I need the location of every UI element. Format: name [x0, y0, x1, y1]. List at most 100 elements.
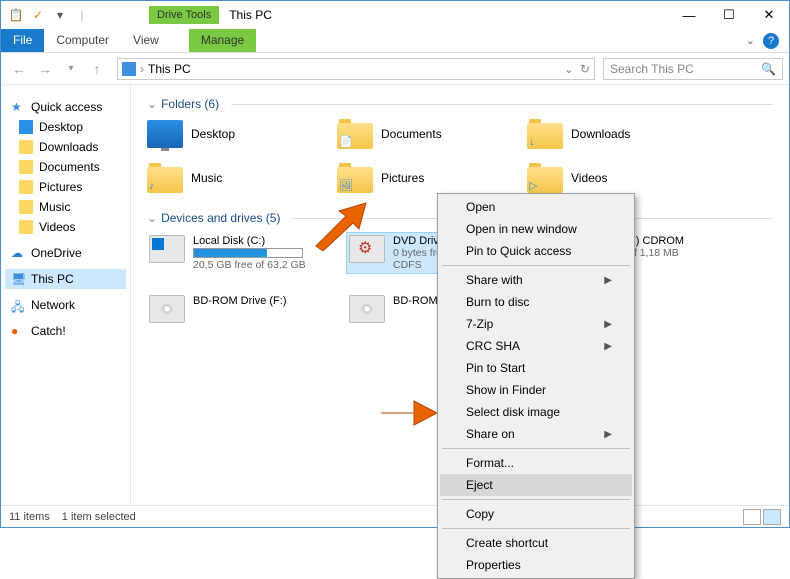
- folder-label: Pictures: [381, 171, 424, 185]
- sidebar-label: Downloads: [39, 140, 98, 154]
- ribbon: File Computer View Manage ⌄ ?: [1, 29, 789, 53]
- folder-icon: ↓: [527, 119, 563, 149]
- sidebar-label: Network: [31, 298, 75, 312]
- menu-item[interactable]: CRC SHA▶: [440, 335, 632, 357]
- folder-icon: 🖼: [337, 163, 373, 193]
- sidebar-label: OneDrive: [31, 246, 82, 260]
- sidebar-item-videos[interactable]: Videos: [5, 217, 126, 237]
- properties-icon[interactable]: 📋: [7, 6, 25, 24]
- sidebar-label: This PC: [31, 272, 74, 286]
- new-folder-icon[interactable]: ✓: [29, 6, 47, 24]
- tab-file[interactable]: File: [1, 29, 44, 52]
- tab-computer[interactable]: Computer: [44, 29, 121, 52]
- group-label: Folders (6): [161, 97, 219, 111]
- menu-item[interactable]: Pin to Start: [440, 357, 632, 379]
- sidebar-network[interactable]: 🖧 Network: [5, 295, 126, 315]
- sidebar-onedrive[interactable]: ☁OneDrive: [5, 243, 126, 263]
- sidebar: ★Quick access Desktop Downloads Document…: [1, 85, 131, 505]
- sidebar-item-downloads[interactable]: Downloads: [5, 137, 126, 157]
- help-icon[interactable]: ?: [763, 33, 779, 49]
- menu-item[interactable]: Eject: [440, 474, 632, 496]
- menu-item[interactable]: Show in Finder: [440, 379, 632, 401]
- menu-item[interactable]: Properties: [440, 554, 632, 576]
- sidebar-thispc[interactable]: 🖥This PC: [5, 269, 126, 289]
- menu-item[interactable]: Burn to disc: [440, 291, 632, 313]
- maximize-button[interactable]: ☐: [709, 1, 749, 29]
- menu-item[interactable]: Share with ▶: [440, 269, 632, 291]
- menu-item-label: Open in new window: [466, 222, 577, 236]
- menu-item[interactable]: Copy: [440, 503, 632, 525]
- menu-item-label: Pin to Quick access: [466, 244, 571, 258]
- sidebar-catch[interactable]: ●Catch!: [5, 321, 126, 341]
- folder-icon: [19, 220, 33, 234]
- breadcrumb-text[interactable]: This PC: [148, 62, 191, 76]
- folder-documents[interactable]: 📄Documents: [337, 119, 527, 149]
- folder-pictures[interactable]: 🖼 Pictures: [337, 163, 527, 193]
- drive-tools-tab[interactable]: Drive Tools: [149, 6, 219, 24]
- window-title: This PC: [229, 8, 272, 22]
- menu-item-label: CRC SHA: [466, 339, 520, 353]
- folder-icon: [19, 160, 33, 174]
- submenu-arrow-icon: ▶: [604, 275, 612, 286]
- folder-videos[interactable]: ▷Videos: [527, 163, 717, 193]
- drive-bdrom-f[interactable]: BD-ROM Drive (F:): [147, 293, 347, 325]
- sidebar-label: Pictures: [39, 180, 82, 194]
- qat-dropdown-icon[interactable]: ▾: [51, 6, 69, 24]
- folder-icon: ▷: [527, 163, 563, 193]
- menu-separator: [442, 499, 630, 500]
- minimize-button[interactable]: —: [669, 1, 709, 29]
- quick-access-toolbar: 📋 ✓ ▾ |: [1, 6, 97, 24]
- menu-item-label: Create shortcut: [466, 536, 548, 550]
- group-label: Devices and drives (5): [161, 211, 280, 225]
- sidebar-item-desktop[interactable]: Desktop: [5, 117, 126, 137]
- group-folders-header[interactable]: ⌄Folders (6): [147, 97, 773, 111]
- capacity-bar: [193, 248, 303, 258]
- menu-item-label: Eject: [466, 478, 493, 492]
- menu-item[interactable]: Create shortcut: [440, 532, 632, 554]
- sidebar-item-pictures[interactable]: Pictures: [5, 177, 126, 197]
- folder-music[interactable]: ♪Music: [147, 163, 337, 193]
- menu-item[interactable]: Open: [440, 196, 632, 218]
- folders-grid: Desktop 📄Documents ↓Downloads ♪Music 🖼 Pi…: [147, 119, 773, 193]
- menu-item-label: Properties: [466, 558, 521, 572]
- folder-desktop[interactable]: Desktop: [147, 119, 337, 149]
- menu-item[interactable]: 7-Zip▶: [440, 313, 632, 335]
- search-input[interactable]: Search This PC 🔍: [603, 58, 783, 80]
- drive-label: Local Disk (C:): [193, 235, 306, 247]
- menu-separator: [442, 448, 630, 449]
- sidebar-quick-access[interactable]: ★Quick access: [5, 97, 126, 117]
- recent-dropdown[interactable]: ▾: [59, 57, 83, 81]
- folder-downloads[interactable]: ↓Downloads: [527, 119, 717, 149]
- ribbon-expand-icon[interactable]: ⌄: [746, 34, 755, 47]
- drive-icon: [349, 235, 385, 263]
- tab-view[interactable]: View: [121, 29, 171, 52]
- drive-icon: [149, 295, 185, 323]
- forward-button[interactable]: →: [33, 57, 57, 81]
- menu-separator: [442, 528, 630, 529]
- close-button[interactable]: ✕: [749, 1, 789, 29]
- drive-local-c[interactable]: Local Disk (C:) 20,5 GB free of 63,2 GB: [147, 233, 347, 273]
- menu-item[interactable]: Pin to Quick access: [440, 240, 632, 262]
- menu-item-label: Share with: [466, 273, 523, 287]
- network-icon: 🖧: [11, 298, 25, 312]
- address-bar[interactable]: › This PC ⌄ ↻: [117, 58, 595, 80]
- up-button[interactable]: ↑: [85, 57, 109, 81]
- submenu-arrow-icon: ▶: [604, 429, 612, 440]
- view-details-button[interactable]: [743, 509, 761, 525]
- menu-separator: [442, 265, 630, 266]
- menu-item[interactable]: Open in new window: [440, 218, 632, 240]
- desktop-icon: [147, 120, 183, 148]
- refresh-icon[interactable]: ↻: [580, 62, 590, 76]
- back-button[interactable]: ←: [7, 57, 31, 81]
- menu-item[interactable]: Share on▶: [440, 423, 632, 445]
- star-icon: ★: [11, 100, 25, 114]
- tab-manage[interactable]: Manage: [189, 29, 256, 52]
- menu-item[interactable]: Select disk image: [440, 401, 632, 423]
- folder-label: Music: [191, 171, 222, 185]
- view-tiles-button[interactable]: [763, 509, 781, 525]
- address-dropdown-icon[interactable]: ⌄: [564, 62, 574, 76]
- menu-item[interactable]: Format...: [440, 452, 632, 474]
- search-icon: 🔍: [761, 62, 776, 76]
- sidebar-item-music[interactable]: Music: [5, 197, 126, 217]
- sidebar-item-documents[interactable]: Documents: [5, 157, 126, 177]
